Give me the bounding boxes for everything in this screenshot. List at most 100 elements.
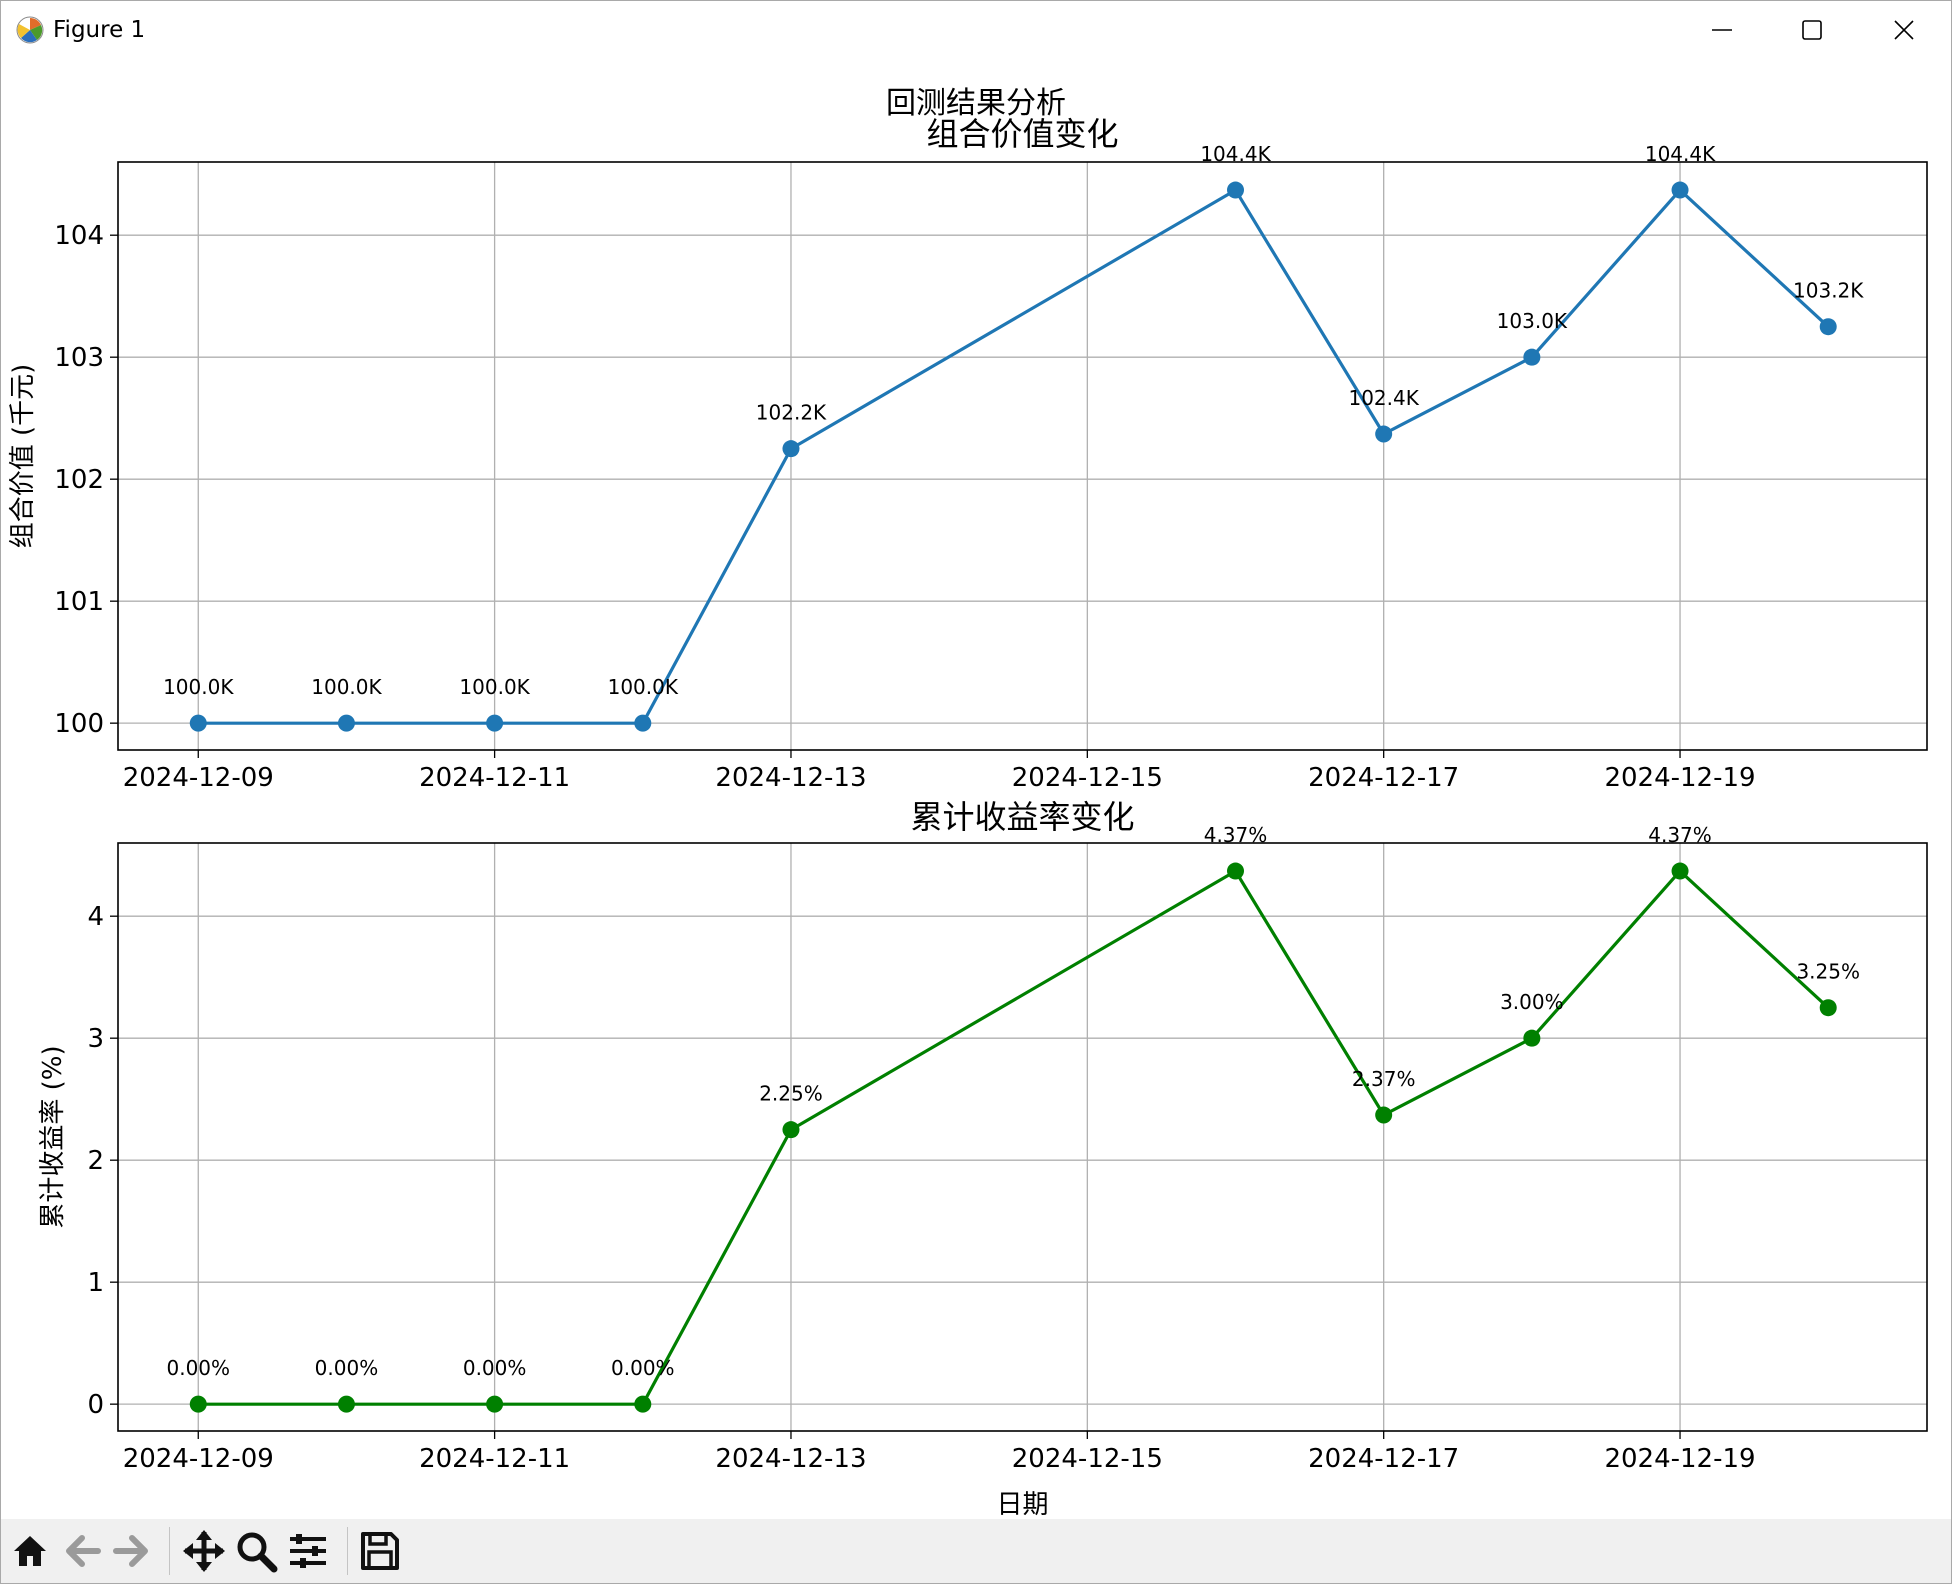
- data-label: 100.0K: [311, 675, 382, 699]
- configure-subplots-icon: [290, 1534, 326, 1568]
- data-point: [189, 714, 207, 732]
- data-point: [1819, 999, 1837, 1017]
- pan-icon: [183, 1530, 225, 1572]
- forward-button[interactable]: [109, 1528, 155, 1574]
- data-point: [782, 440, 800, 458]
- maximize-button[interactable]: [1767, 1, 1857, 59]
- back-arrow-icon: [66, 1535, 101, 1567]
- y-tick-label: 104: [54, 221, 104, 251]
- data-label: 104.4K: [1645, 142, 1716, 166]
- x-tick-label: 2024-12-15: [1012, 1444, 1163, 1474]
- x-tick-label: 2024-12-15: [1012, 763, 1163, 793]
- series-line: [198, 188, 1830, 725]
- data-point: [1227, 181, 1245, 199]
- data-label: 3.00%: [1500, 990, 1564, 1014]
- data-label: 100.0K: [459, 675, 530, 699]
- data-label: 3.25%: [1796, 960, 1860, 984]
- axes-frame: [117, 842, 1928, 1432]
- data-label: 2.25%: [759, 1082, 823, 1106]
- close-button[interactable]: [1859, 1, 1949, 59]
- data-point: [782, 1121, 800, 1139]
- minimize-button[interactable]: [1677, 1, 1767, 59]
- x-tick-label: 2024-12-09: [123, 1444, 274, 1474]
- y-axis-label: 组合价值 (千元): [8, 364, 38, 549]
- series-line: [198, 869, 1830, 1406]
- matplotlib-app-icon: [16, 16, 44, 44]
- data-point: [486, 714, 504, 732]
- data-label: 0.00%: [611, 1356, 675, 1380]
- y-tick-label: 3: [87, 1024, 104, 1054]
- data-point: [1523, 1029, 1541, 1047]
- data-point: [1375, 425, 1393, 443]
- back-button[interactable]: [59, 1528, 105, 1574]
- x-tick-label: 2024-12-17: [1308, 1444, 1459, 1474]
- y-tick-label: 4: [87, 902, 104, 932]
- x-tick-label: 2024-12-17: [1308, 763, 1459, 793]
- axes-title: 累计收益率变化: [910, 798, 1134, 836]
- y-tick-label: 2: [87, 1146, 104, 1176]
- data-label: 100.0K: [163, 675, 234, 699]
- data-point: [634, 1395, 652, 1413]
- data-label: 4.37%: [1648, 823, 1712, 847]
- forward-arrow-icon: [113, 1535, 148, 1567]
- y-axis-label: 累计收益率 (%): [38, 1045, 68, 1228]
- home-icon: [14, 1536, 46, 1566]
- figure-canvas[interactable]: 回测结果分析 2024-12-09 2024-12-11 2024-12-13 202…: [1, 59, 1951, 1520]
- window-title: Figure 1: [53, 17, 146, 43]
- data-point: [189, 1395, 207, 1413]
- y-tick-label: 101: [54, 587, 104, 617]
- title-bar[interactable]: Figure 1: [1, 1, 1951, 59]
- toolbar-separator: [347, 1527, 348, 1575]
- y-tick-label: 102: [54, 465, 104, 495]
- data-label: 2.37%: [1352, 1067, 1416, 1091]
- data-label: 0.00%: [315, 1356, 379, 1380]
- configure-subplots-button[interactable]: [285, 1528, 331, 1574]
- maximize-icon: [1802, 20, 1822, 40]
- y-tick-label: 0: [87, 1390, 104, 1420]
- zoom-icon: [237, 1532, 278, 1573]
- figure-window: Figure 1 回测结果分析 2024-12-09 2024-12-11 2024…: [0, 0, 1952, 1584]
- data-point: [1819, 318, 1837, 336]
- data-label: 0.00%: [463, 1356, 527, 1380]
- data-label: 102.2K: [756, 401, 827, 425]
- x-tick-label: 2024-12-19: [1604, 1444, 1755, 1474]
- data-point: [1671, 862, 1689, 880]
- close-icon: [1894, 20, 1914, 40]
- data-label: 103.0K: [1497, 309, 1568, 333]
- home-button[interactable]: [7, 1528, 53, 1574]
- x-tick-label: 2024-12-19: [1604, 763, 1755, 793]
- data-label: 0.00%: [166, 1356, 230, 1380]
- zoom-button[interactable]: [233, 1528, 279, 1574]
- x-axis-label: 日期: [996, 1490, 1048, 1519]
- data-point: [486, 1395, 504, 1413]
- pan-button[interactable]: [181, 1528, 227, 1574]
- toolbar-separator: [169, 1527, 170, 1575]
- data-point: [634, 714, 652, 732]
- y-tick-label: 1: [87, 1268, 104, 1298]
- x-tick-label: 2024-12-13: [715, 763, 866, 793]
- chart-svg: 回测结果分析 2024-12-09 2024-12-11 2024-12-13 202…: [8, 86, 1928, 1520]
- y-tick-label: 103: [54, 343, 104, 373]
- data-point: [1375, 1106, 1393, 1124]
- save-button[interactable]: [357, 1528, 403, 1574]
- data-point: [337, 1395, 355, 1413]
- navigation-toolbar: [1, 1519, 1951, 1583]
- y-tick-label: 100: [54, 709, 104, 739]
- x-tick-label: 2024-12-11: [419, 1444, 570, 1474]
- x-tick-label: 2024-12-13: [715, 1444, 866, 1474]
- data-label: 100.0K: [608, 675, 679, 699]
- minimize-icon: [1712, 29, 1732, 31]
- data-point: [337, 714, 355, 732]
- data-point: [1523, 348, 1541, 366]
- data-label: 102.4K: [1348, 386, 1419, 410]
- data-point: [1227, 862, 1245, 880]
- axes-title: 组合价值变化: [926, 115, 1118, 153]
- x-tick-label: 2024-12-11: [419, 763, 570, 793]
- data-point: [1671, 181, 1689, 199]
- x-tick-label: 2024-12-09: [123, 763, 274, 793]
- data-label: 4.37%: [1204, 823, 1268, 847]
- data-label: 104.4K: [1200, 142, 1271, 166]
- save-icon: [361, 1532, 399, 1570]
- axes-frame: [117, 161, 1928, 751]
- data-label: 103.2K: [1793, 279, 1864, 303]
